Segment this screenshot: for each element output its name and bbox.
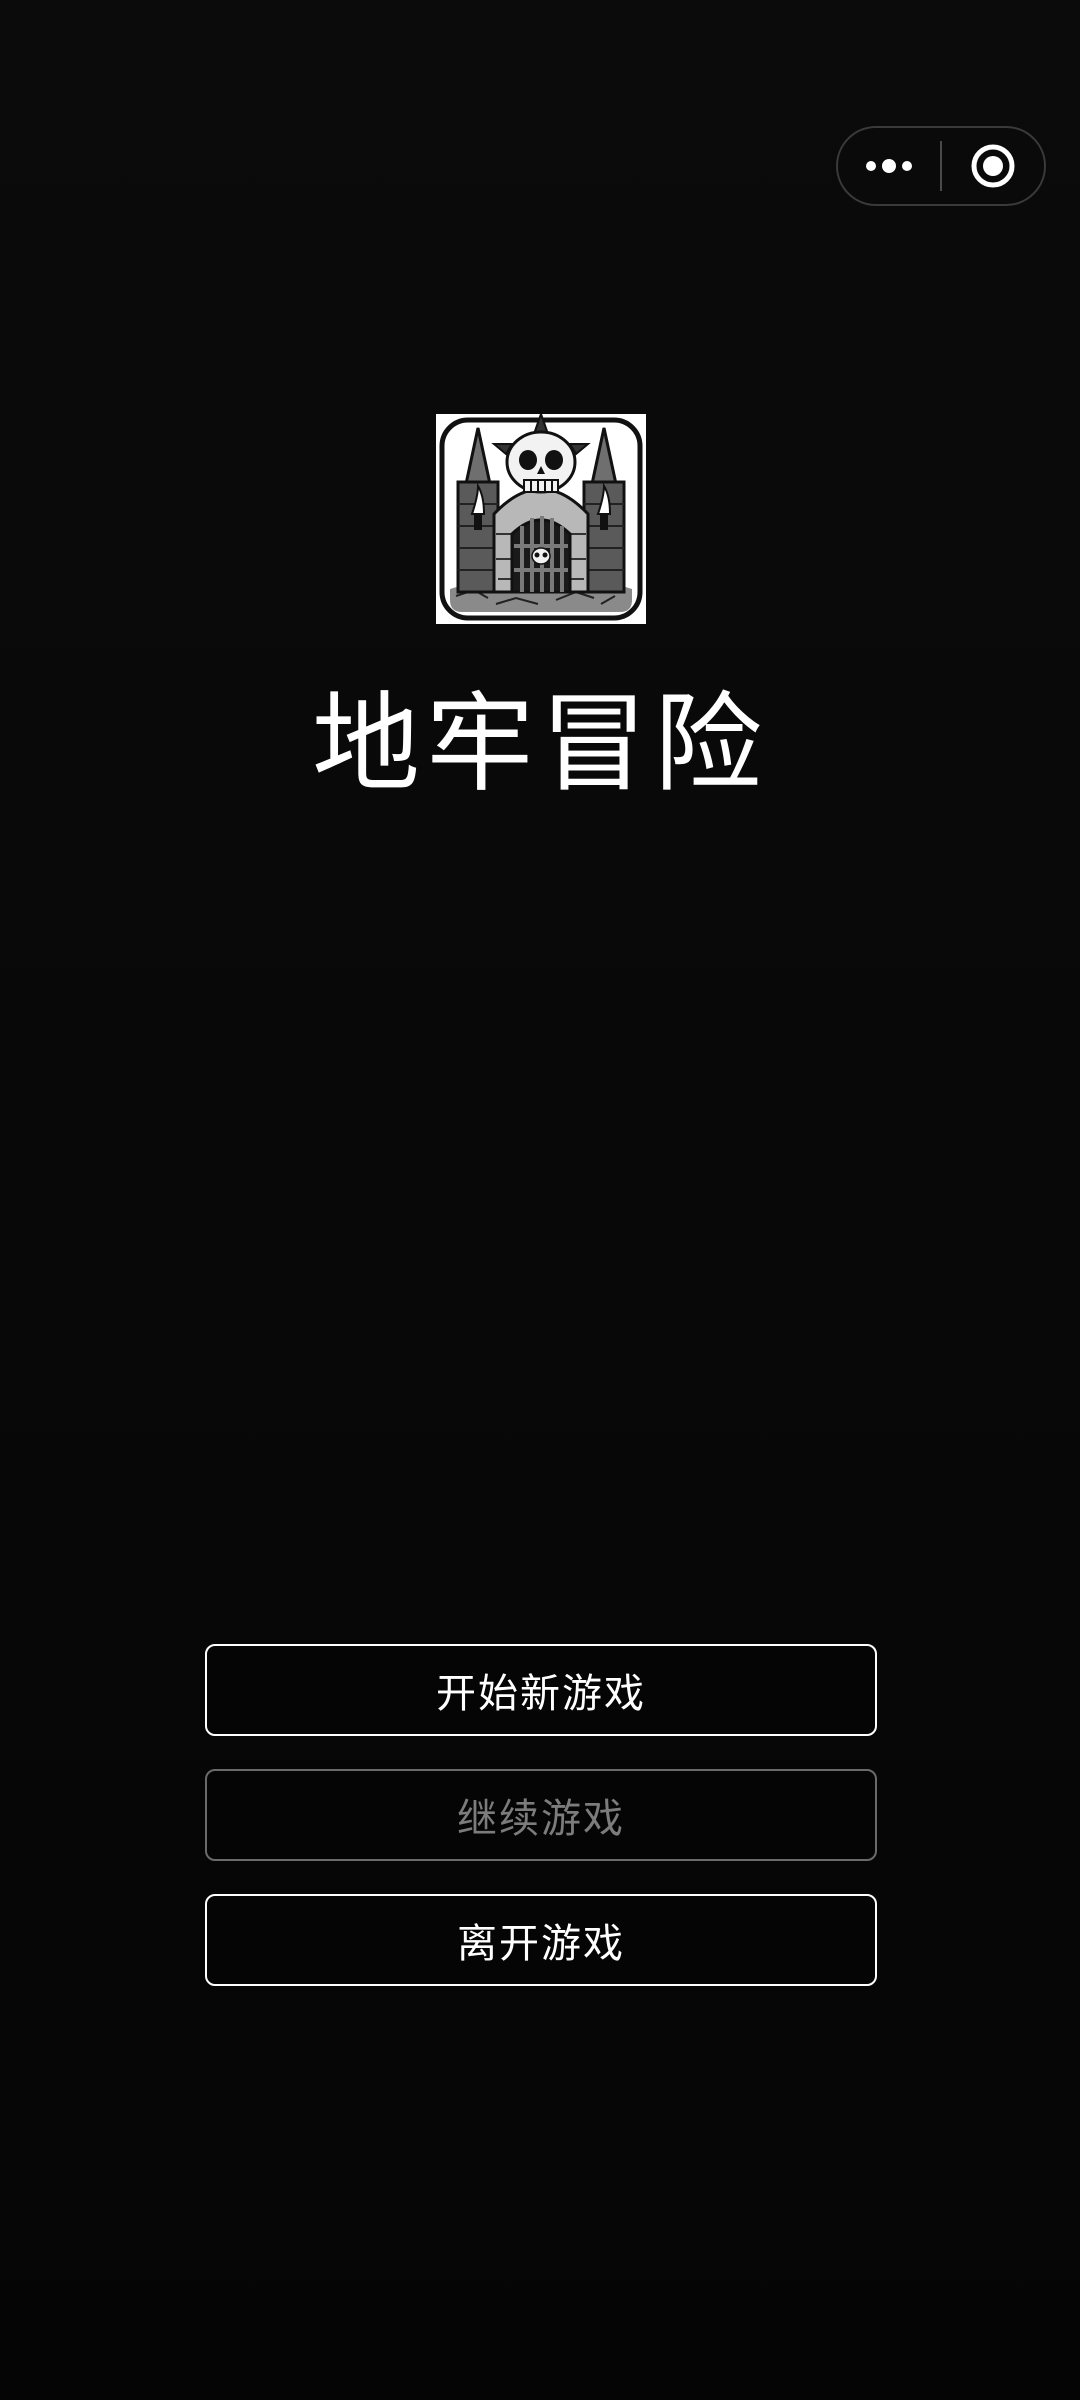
capsule-menu bbox=[836, 126, 1046, 206]
more-options-button[interactable] bbox=[838, 128, 940, 204]
continue-game-button[interactable]: 继续游戏 bbox=[205, 1769, 877, 1861]
new-game-button[interactable]: 开始新游戏 bbox=[205, 1644, 877, 1736]
close-miniprogram-button[interactable] bbox=[942, 128, 1044, 204]
more-dots-icon bbox=[866, 159, 912, 173]
game-title: 地牢冒险 bbox=[311, 682, 768, 807]
quit-game-button[interactable]: 离开游戏 bbox=[205, 1894, 877, 1986]
target-close-icon bbox=[971, 144, 1015, 188]
dungeon-skull-gate-icon bbox=[436, 410, 646, 624]
